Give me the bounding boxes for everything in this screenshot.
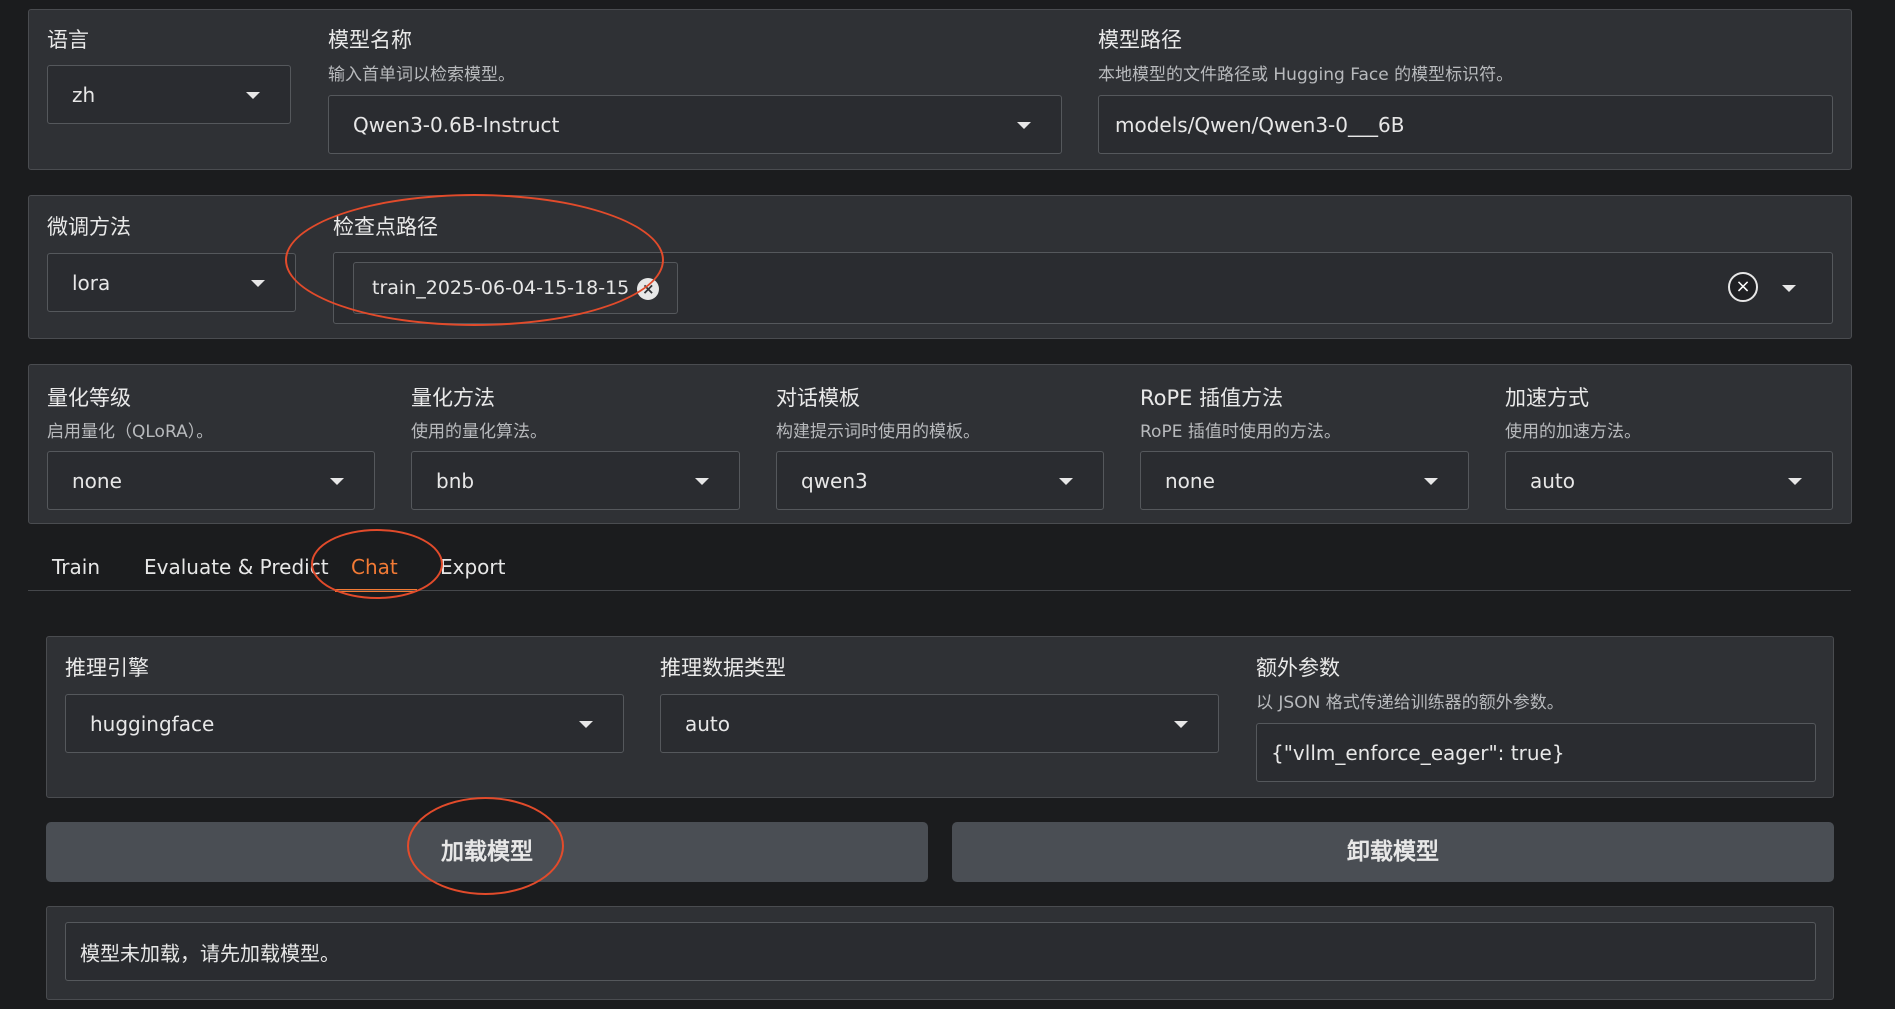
model-path-label: 模型路径: [1098, 28, 1182, 52]
chevron-down-icon: [579, 720, 593, 728]
chevron-down-icon: [1059, 477, 1073, 485]
clear-all-icon[interactable]: ×: [1728, 272, 1758, 302]
model-panel: 语言 zh 模型名称 输入首单词以检索模型。 Qwen3-0.6B-Instru…: [28, 9, 1852, 170]
infer-backend-value: huggingface: [90, 711, 215, 736]
rope-info: RoPE 插值时使用的方法。: [1140, 422, 1341, 442]
quantization-panel: 量化等级 启用量化（QLoRA）。 none 量化方法 使用的量化算法。 bnb…: [28, 364, 1852, 524]
rope-dropdown[interactable]: none: [1140, 451, 1469, 510]
status-panel: 模型未加载，请先加载模型。: [46, 906, 1834, 1000]
infer-backend-label: 推理引擎: [65, 656, 149, 680]
chevron-down-icon: [1788, 477, 1802, 485]
model-path-info: 本地模型的文件路径或 Hugging Face 的模型标识符。: [1098, 65, 1514, 85]
infer-dtype-dropdown[interactable]: auto: [660, 694, 1219, 753]
quant-bit-dropdown[interactable]: none: [47, 451, 375, 510]
infer-dtype-label: 推理数据类型: [660, 656, 786, 680]
quant-method-value: bnb: [436, 468, 475, 493]
chevron-down-icon: [1424, 477, 1438, 485]
quant-bit-info: 启用量化（QLoRA）。: [47, 422, 214, 442]
model-name-dropdown[interactable]: Qwen3-0.6B-Instruct: [328, 95, 1062, 154]
chevron-down-icon: [246, 91, 260, 99]
chevron-down-icon[interactable]: [1782, 285, 1796, 292]
quant-method-dropdown[interactable]: bnb: [411, 451, 740, 510]
extra-args-label: 额外参数: [1256, 656, 1340, 680]
template-info: 构建提示词时使用的模板。: [776, 422, 980, 442]
quant-bit-value: none: [72, 468, 122, 493]
unload-model-button[interactable]: 卸载模型: [952, 822, 1834, 882]
chevron-down-icon: [695, 477, 709, 485]
booster-dropdown[interactable]: auto: [1505, 451, 1833, 510]
model-name-info: 输入首单词以检索模型。: [328, 65, 515, 85]
extra-args-input[interactable]: {"vllm_enforce_eager": true}: [1256, 723, 1816, 782]
finetune-panel: 微调方法 lora 检查点路径 train_2025-06-04-15-18-1…: [28, 195, 1852, 339]
language-dropdown[interactable]: zh: [47, 65, 291, 124]
model-path-value: models/Qwen/Qwen3-0___6B: [1115, 112, 1405, 137]
tab-chat[interactable]: Chat: [351, 555, 398, 579]
chevron-down-icon: [1017, 121, 1031, 129]
rope-label: RoPE 插值方法: [1140, 386, 1284, 410]
finetune-method-value: lora: [72, 270, 111, 295]
checkpoint-chip[interactable]: train_2025-06-04-15-18-15 ×: [353, 262, 679, 314]
finetune-method-label: 微调方法: [47, 215, 131, 239]
chevron-down-icon: [251, 279, 265, 287]
extra-args-value: {"vllm_enforce_eager": true}: [1271, 740, 1565, 765]
booster-label: 加速方式: [1505, 386, 1589, 410]
model-name-value: Qwen3-0.6B-Instruct: [353, 112, 560, 137]
booster-info: 使用的加速方法。: [1505, 422, 1641, 442]
checkpoint-chip-label: train_2025-06-04-15-18-15: [372, 277, 630, 299]
status-box: 模型未加载，请先加载模型。: [65, 922, 1816, 981]
infer-panel: 推理引擎 huggingface 推理数据类型 auto 额外参数 以 JSON…: [46, 636, 1834, 798]
model-path-input[interactable]: models/Qwen/Qwen3-0___6B: [1098, 95, 1833, 154]
load-model-button[interactable]: 加载模型: [46, 822, 928, 882]
infer-dtype-value: auto: [685, 711, 731, 736]
tab-export[interactable]: Export: [440, 555, 505, 579]
language-value: zh: [72, 82, 96, 107]
tab-divider: [28, 590, 1851, 591]
checkpoint-label: 检查点路径: [333, 215, 438, 239]
rope-value: none: [1165, 468, 1215, 493]
status-text: 模型未加载，请先加载模型。: [80, 941, 340, 965]
checkpoint-multiselect[interactable]: train_2025-06-04-15-18-15 × ×: [333, 252, 1833, 324]
tab-train[interactable]: Train: [52, 555, 100, 579]
quant-method-info: 使用的量化算法。: [411, 422, 547, 442]
language-label: 语言: [47, 28, 89, 52]
quant-method-label: 量化方法: [411, 386, 495, 410]
template-label: 对话模板: [776, 386, 860, 410]
tab-evaluate-predict[interactable]: Evaluate & Predict: [144, 555, 329, 579]
extra-args-info: 以 JSON 格式传递给训练器的额外参数。: [1256, 693, 1564, 713]
booster-value: auto: [1530, 468, 1576, 493]
chevron-down-icon: [330, 477, 344, 485]
quant-bit-label: 量化等级: [47, 386, 131, 410]
model-name-label: 模型名称: [328, 28, 412, 52]
template-value: qwen3: [801, 468, 868, 493]
finetune-method-dropdown[interactable]: lora: [47, 253, 296, 312]
infer-backend-dropdown[interactable]: huggingface: [65, 694, 624, 753]
chevron-down-icon: [1174, 720, 1188, 728]
template-dropdown[interactable]: qwen3: [776, 451, 1104, 510]
